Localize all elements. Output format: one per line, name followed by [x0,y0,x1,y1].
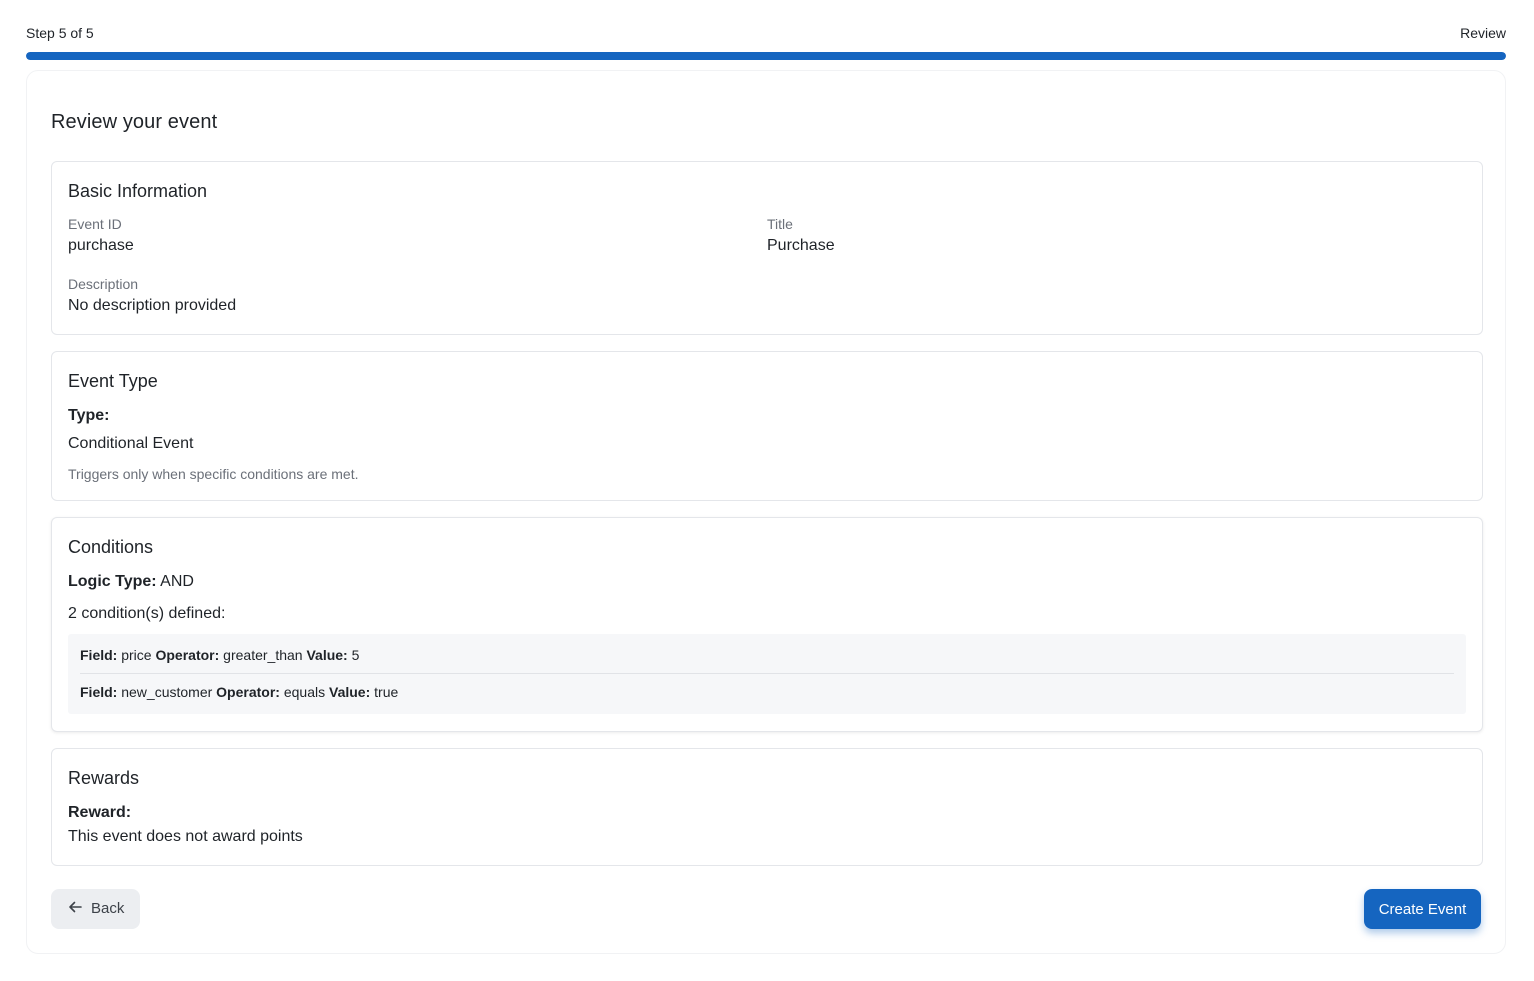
logic-type-value: AND [160,573,194,590]
value-label: Value: [306,647,348,663]
condition-row: Field: price Operator: greater_than Valu… [80,647,1454,674]
rewards-section: Rewards Reward: This event does not awar… [51,748,1483,866]
section-heading: Event Type [68,371,158,391]
title-label: Title [767,216,793,232]
reward-label: Reward: [68,804,132,821]
basic-information-section: Basic Information Event ID purchase Titl… [51,161,1483,335]
operator-label: Operator: [216,684,280,700]
title-value: Purchase [767,237,835,254]
event-id-value: purchase [68,237,134,254]
operator-label: Operator: [155,647,220,663]
condition-field: new_customer [121,684,213,700]
back-button-label: Back [91,900,125,917]
conditions-list: Field: price Operator: greater_than Valu… [68,634,1466,714]
step-name: Review [1460,25,1506,41]
field-label: Field: [80,684,118,700]
condition-count: 2 condition(s) defined: [68,605,226,622]
step-counter: Step 5 of 5 [26,25,94,41]
event-id-label: Event ID [68,216,122,232]
section-heading: Conditions [68,537,154,557]
logic-type-label: Logic Type: [68,573,157,590]
field-label: Field: [80,647,118,663]
condition-operator: greater_than [223,647,303,663]
page-title: Review your event [51,111,218,133]
progress-bar-fill [26,52,1506,60]
progress-bar [26,52,1506,60]
create-event-button[interactable]: Create Event [1364,889,1481,929]
review-card: Review your event Basic Information Even… [26,70,1506,954]
back-button[interactable]: Back [51,889,140,929]
logic-type: Logic Type: AND [68,573,194,591]
type-value: Conditional Event [68,435,194,452]
section-heading: Basic Information [68,181,208,201]
condition-value: 5 [351,647,360,663]
condition-row: Field: new_customer Operator: equals Val… [80,684,1454,700]
type-description: Triggers only when specific conditions a… [68,466,359,482]
section-heading: Rewards [68,768,140,788]
stepper-header: Step 5 of 5 Review [26,25,1506,43]
description-value: No description provided [68,297,237,314]
arrow-left-icon [68,899,82,914]
description-label: Description [68,276,139,292]
condition-value: true [374,684,399,700]
event-type-section: Event Type Type: Conditional Event Trigg… [51,351,1483,501]
condition-operator: equals [283,684,326,700]
condition-field: price [121,647,152,663]
type-label: Type: [68,407,110,424]
value-label: Value: [329,684,371,700]
conditions-section: Conditions Logic Type: AND 2 condition(s… [51,517,1483,732]
reward-value: This event does not award points [68,828,303,845]
